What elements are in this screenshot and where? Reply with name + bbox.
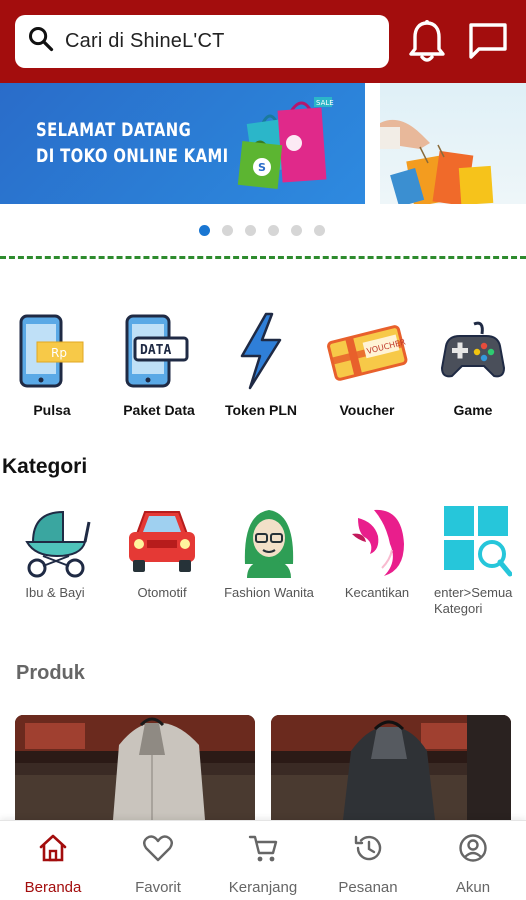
category-label: Ibu & Bayi <box>25 585 85 600</box>
category-kecantikan[interactable]: Kecantikan <box>322 503 432 601</box>
shopping-bags-illustration: SALE S <box>237 97 334 189</box>
bell-icon[interactable] <box>405 18 449 64</box>
nav-pesanan[interactable]: Pesanan <box>318 833 418 896</box>
service-pulsa[interactable]: Rp Pulsa <box>2 312 102 418</box>
svg-text:S: S <box>258 161 266 174</box>
category-label: Kecantikan <box>344 585 410 600</box>
nav-akun[interactable]: Akun <box>423 833 523 896</box>
data-tag: DATA <box>140 343 171 358</box>
promo-banner[interactable]: SELAMAT DATANG DI TOKO ONLINE KAMI SALE … <box>0 83 365 204</box>
banner-line-1: SELAMAT DATANG <box>36 119 192 141</box>
carousel-indicator[interactable] <box>199 225 325 236</box>
search-input[interactable]: Cari di ShineL'CT <box>65 30 225 53</box>
produk-heading: Produk <box>16 662 85 684</box>
nav-beranda[interactable]: Beranda <box>3 833 103 896</box>
carousel-dot[interactable] <box>314 225 325 236</box>
stroller-icon <box>0 503 110 579</box>
phone-credit-icon: Rp <box>2 312 102 390</box>
search-bar[interactable]: Cari di ShineL'CT <box>15 15 389 68</box>
data-package-icon: DATA <box>109 312 209 390</box>
carousel-dot[interactable] <box>291 225 302 236</box>
category-otomotif[interactable]: Otomotif <box>107 503 217 601</box>
service-paket-data[interactable]: DATA Paket Data <box>109 312 209 418</box>
history-icon <box>318 833 418 863</box>
banner-line-2: DI TOKO ONLINE KAMI <box>36 145 229 167</box>
sale-tag-text: SALE <box>316 99 334 107</box>
service-voucher[interactable]: VOUCHER Voucher <box>317 312 417 418</box>
section-divider <box>0 256 526 259</box>
rp-tag: Rp <box>51 346 67 360</box>
heart-icon <box>108 833 208 863</box>
cart-icon <box>213 833 313 863</box>
nav-label: Pesanan <box>338 879 398 896</box>
service-menu: Rp Pulsa DATA Paket Data Token PLN VOUCH… <box>0 312 526 422</box>
category-label: enter>Semua Kategori <box>434 585 513 616</box>
category-label: Otomotif <box>137 585 187 600</box>
all-categories-icon <box>428 503 524 579</box>
beauty-icon <box>322 503 432 579</box>
nav-label: Beranda <box>24 879 82 896</box>
product-card[interactable] <box>15 715 255 820</box>
kategori-heading: Kategori <box>2 455 88 478</box>
product-image <box>271 715 511 820</box>
carousel-dot[interactable] <box>268 225 279 236</box>
top-bar: Cari di ShineL'CT <box>0 0 526 83</box>
service-label: Pulsa <box>33 402 71 418</box>
category-fashion-wanita[interactable]: Fashion Wanita <box>214 503 324 601</box>
carousel-dot[interactable] <box>245 225 256 236</box>
service-game[interactable]: Game <box>423 312 523 418</box>
nav-label: Keranjang <box>228 879 298 896</box>
service-label: Token PLN <box>224 402 298 418</box>
product-image <box>15 715 255 820</box>
nav-keranjang[interactable]: Keranjang <box>213 833 313 896</box>
banner-headline: SELAMAT DATANG DI TOKO ONLINE KAMI <box>36 117 229 169</box>
home-icon <box>3 833 103 863</box>
nav-label: Favorit <box>135 879 181 896</box>
category-list: Ibu & Bayi Otomotif Fashion Wanita Kecan… <box>0 503 526 616</box>
carousel-dot[interactable] <box>222 225 233 236</box>
account-icon <box>423 833 523 863</box>
chat-icon[interactable] <box>466 18 510 64</box>
voucher-icon: VOUCHER <box>317 312 417 390</box>
bottom-navigation: Beranda Favorit Keranjang Pesanan Akun <box>0 820 526 900</box>
gamepad-icon <box>423 312 523 390</box>
category-label: Fashion Wanita <box>224 585 314 600</box>
carousel-dot[interactable] <box>199 225 210 236</box>
search-icon <box>27 25 55 58</box>
product-card[interactable] <box>271 715 511 820</box>
woman-icon <box>214 503 324 579</box>
category-ibu-bayi[interactable]: Ibu & Bayi <box>0 503 110 601</box>
service-label: Paket Data <box>123 402 195 418</box>
shopping-hand-illustration <box>380 119 494 204</box>
nav-favorit[interactable]: Favorit <box>108 833 208 896</box>
promo-banner-secondary[interactable] <box>380 83 526 204</box>
service-label: Voucher <box>339 402 395 418</box>
nav-label: Akun <box>455 879 491 896</box>
lightning-icon <box>211 312 311 390</box>
service-token-pln[interactable]: Token PLN <box>211 312 311 418</box>
car-icon <box>107 503 217 579</box>
service-label: Game <box>453 402 493 418</box>
category-semua-kategori[interactable]: enter>Semua Kategori <box>428 503 524 617</box>
